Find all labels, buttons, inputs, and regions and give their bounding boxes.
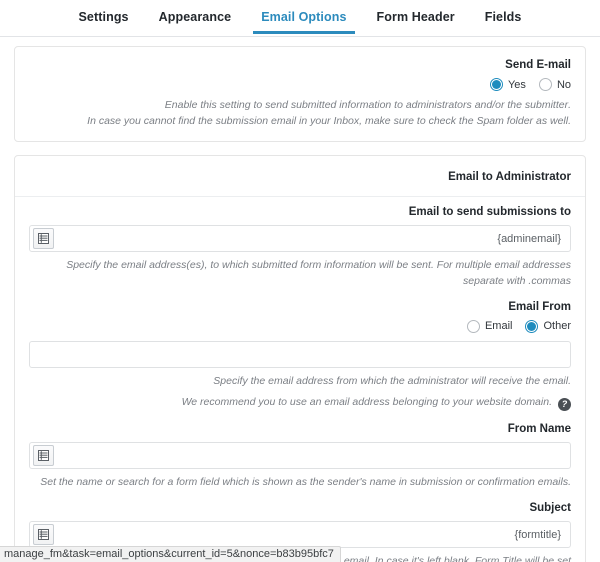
- email-from-radio-group: Other Email: [29, 319, 571, 333]
- send-email-no-label: No: [556, 78, 571, 91]
- send-email-description-1: .Enable this setting to send submitted i…: [164, 99, 571, 111]
- email-from-input-row: [29, 340, 571, 368]
- tab-appearance[interactable]: Appearance: [157, 8, 234, 34]
- email-from-description-1: .Specify the email address from which th…: [213, 374, 571, 387]
- admin-panel-header: Email to Administrator: [15, 156, 585, 198]
- tab-bar: Settings Appearance Email Options Form H…: [0, 0, 600, 37]
- email-from-option-email[interactable]: Email: [466, 319, 513, 333]
- send-submissions-description: Specify the email address(es), to which …: [66, 259, 571, 287]
- tab-email-options[interactable]: Email Options: [253, 8, 355, 34]
- send-email-description-2: .In case you cannot find the submission …: [87, 115, 571, 128]
- question-mark-icon[interactable]: ?: [558, 398, 571, 412]
- from-name-input[interactable]: [29, 442, 571, 470]
- email-to-administrator-panel: Email to Administrator Email to send sub…: [14, 155, 586, 562]
- radio-email-icon[interactable]: [466, 319, 480, 333]
- send-email-option-yes[interactable]: Yes: [489, 78, 526, 91]
- send-email-option-no[interactable]: No: [538, 78, 571, 91]
- tab-form-header[interactable]: Form Header: [375, 8, 457, 34]
- radio-yes-icon[interactable]: [489, 78, 503, 91]
- subject-input-row: [29, 521, 571, 549]
- from-name-label: From Name: [507, 423, 571, 436]
- radio-other-icon[interactable]: [525, 319, 539, 333]
- email-from-option-other[interactable]: Other: [525, 319, 571, 333]
- settings-content: Send E-mail No Yes .Enable this setting …: [0, 37, 600, 562]
- admin-panel-title: Email to Administrator: [448, 171, 571, 184]
- tab-settings[interactable]: Settings: [77, 8, 131, 34]
- from-name-description: .Set the name or search for a form field…: [40, 476, 571, 489]
- send-email-radio-group: No Yes: [29, 78, 571, 91]
- send-submissions-label: Email to send submissions to: [408, 206, 571, 219]
- list-icon[interactable]: [33, 524, 54, 546]
- email-from-description-2: .We recommend you to use an email addres…: [181, 396, 552, 409]
- field-send-submissions-to: Email to send submissions to Specify the: [29, 206, 571, 288]
- send-email-title: Send E-mail: [505, 59, 571, 71]
- email-from-description-2-row: .We recommend you to use an email addres…: [29, 395, 571, 412]
- subject-input[interactable]: [29, 521, 571, 549]
- tab-fields[interactable]: Fields: [483, 8, 524, 34]
- admin-panel-body: Email to send submissions to Specify the: [15, 197, 585, 562]
- subject-label: Subject: [529, 502, 571, 515]
- email-from-label: Email From: [508, 300, 571, 313]
- send-submissions-input[interactable]: [29, 225, 571, 253]
- email-from-input[interactable]: [29, 340, 571, 368]
- email-from-email-label: Email: [484, 320, 513, 333]
- status-bar-url: manage_fm&task=email_options&current_id=…: [0, 546, 341, 562]
- field-email-from: Email From Other Email .Specify the emai…: [29, 300, 571, 412]
- send-email-yes-label: Yes: [507, 78, 526, 91]
- list-icon[interactable]: [33, 228, 54, 250]
- email-from-other-label: Other: [543, 320, 571, 333]
- send-submissions-input-row: [29, 225, 571, 253]
- send-email-panel: Send E-mail No Yes .Enable this setting …: [14, 46, 586, 143]
- field-from-name: From Name .Set the name or search for a: [29, 423, 571, 490]
- list-icon[interactable]: [33, 445, 54, 467]
- from-name-input-row: [29, 442, 571, 470]
- radio-no-icon[interactable]: [538, 78, 552, 91]
